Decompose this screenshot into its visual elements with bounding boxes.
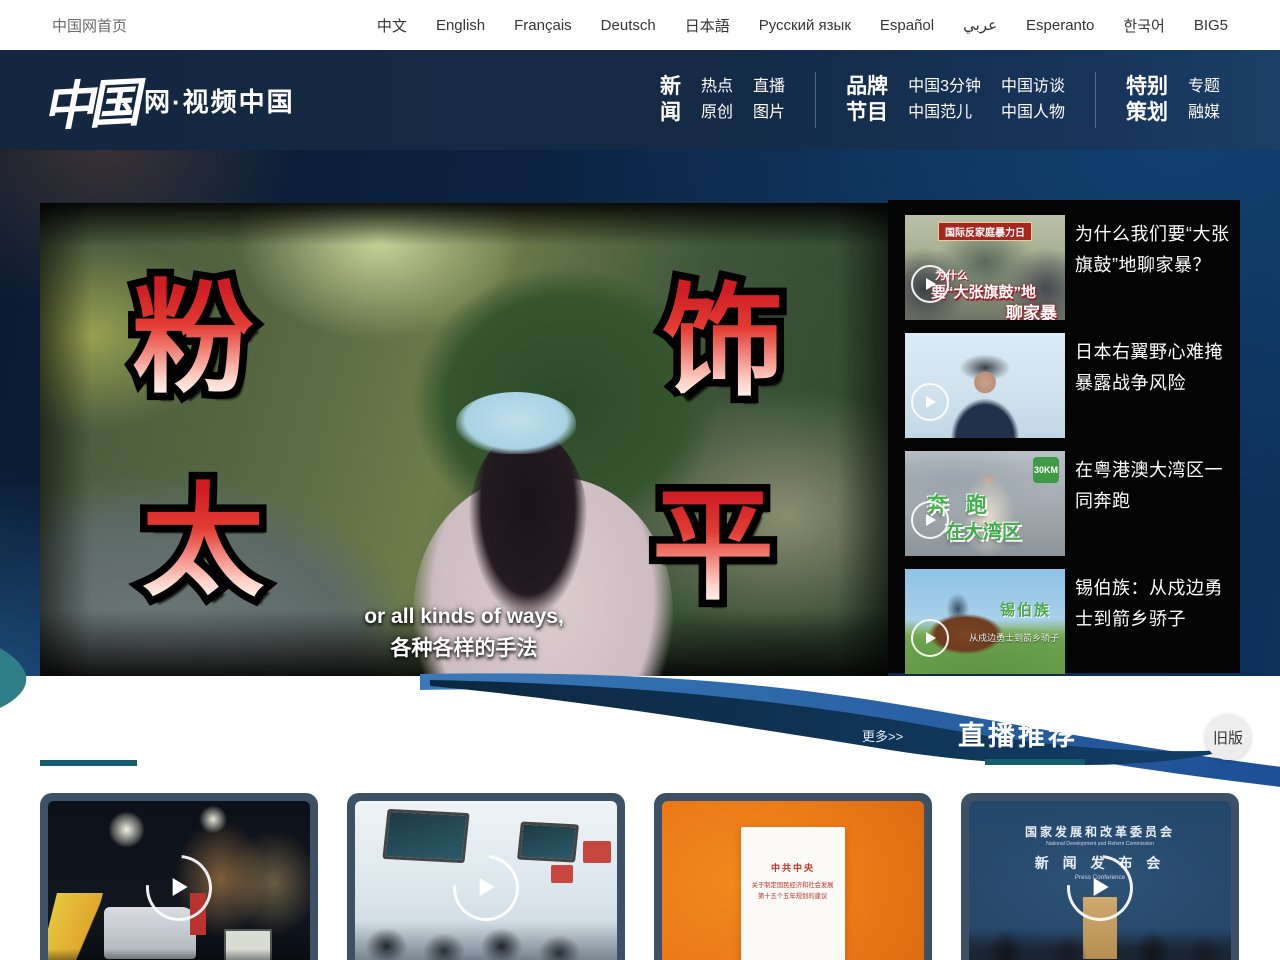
play-icon <box>911 265 949 303</box>
live-cards-row: 中共中央 关于制定国民经济和社会发展 第十五个五年规划的建议 国家发展和改革委员… <box>40 793 1239 960</box>
nav-china-people[interactable]: 中国人物 <box>1001 100 1065 126</box>
rail-thumb-1: 国际反家庭暴力日 为什么 要“大张旗鼓”地 聊家暴 <box>905 215 1065 320</box>
video-rail: 国际反家庭暴力日 为什么 要“大张旗鼓”地 聊家暴 为什么我们要“大张旗鼓”地聊… <box>888 200 1240 673</box>
nav-group-news: 新 闻 热点 原创 直播 图片 <box>660 74 785 126</box>
rail-item-1[interactable]: 国际反家庭暴力日 为什么 要“大张旗鼓”地 聊家暴 为什么我们要“大张旗鼓”地聊… <box>905 215 1240 320</box>
hero-figure-cap <box>456 392 576 454</box>
main-dark-zone: 粉粉 饰饰 太太 平平 or all kinds of ways, 各种各样的手… <box>0 150 1280 676</box>
nav-divider <box>1095 72 1096 128</box>
lang-ar[interactable]: عربي <box>963 16 997 34</box>
page: 中国网首页 中文 English Français Deutsch 日本語 Ру… <box>0 0 1280 960</box>
lang-zh[interactable]: 中文 <box>377 15 407 36</box>
card-thumb-policy-document: 中共中央 关于制定国民经济和社会发展 第十五个五年规划的建议 <box>662 801 924 960</box>
play-icon <box>911 619 949 657</box>
nav-special-planning[interactable]: 特别 策划 <box>1126 74 1168 126</box>
rail-item-2[interactable]: 日本右翼野心难掩 暴露战争风险 <box>905 333 1240 438</box>
language-bar: 中国网首页 中文 English Français Deutsch 日本語 Ру… <box>0 0 1280 50</box>
nav-col-programs-1: 中国3分钟 中国范儿 <box>908 74 981 126</box>
rail-title-2: 日本右翼野心难掩 暴露战争风险 <box>1075 333 1235 438</box>
site-header: 中国 网·视频中国 新 闻 热点 原创 直播 图片 <box>0 50 1280 150</box>
hero-figure-hair <box>468 430 588 620</box>
hero-subtitle: or all kinds of ways, 各种各样的手法 <box>40 601 888 665</box>
site-logo[interactable]: 中国 网·视频中国 <box>42 63 295 138</box>
live-card-2[interactable] <box>347 793 625 960</box>
nav-media[interactable]: 融媒 <box>1188 100 1220 126</box>
nav-topics[interactable]: 专题 <box>1188 74 1220 100</box>
nav-col-programs-2: 中国访谈 中国人物 <box>1001 74 1065 126</box>
logo-text: 网·视频中国 <box>144 82 295 119</box>
rail-title-4: 锡伯族：从戍边勇士到箭乡骄子 <box>1075 569 1235 674</box>
hero-char-tai: 太太 <box>142 481 264 603</box>
screen-shape <box>382 809 469 863</box>
crowd-silhouette <box>48 949 310 960</box>
lang-es[interactable]: Español <box>880 17 934 34</box>
thumb-badge: 30KM <box>1033 457 1059 483</box>
nav-group-programs: 品牌 节目 中国3分钟 中国范儿 中国访谈 中国人物 <box>846 74 1065 126</box>
nav-group-special: 特别 策划 专题 融媒 <box>1126 74 1220 126</box>
live-card-3[interactable]: 中共中央 关于制定国民经济和社会发展 第十五个五年规划的建议 <box>654 793 932 960</box>
play-icon <box>911 383 949 421</box>
nav-hot[interactable]: 热点 <box>701 74 733 100</box>
crowd-silhouette <box>355 921 617 960</box>
live-section-title: 直播推荐 <box>958 714 1078 753</box>
nav-china-fan[interactable]: 中国范儿 <box>908 100 981 126</box>
rail-title-3: 在粤港澳大湾区一同奔跑 <box>1075 451 1235 556</box>
hero-char-shi: 饰饰 <box>662 281 784 403</box>
nav-photo[interactable]: 图片 <box>753 100 785 126</box>
nav-live[interactable]: 直播 <box>753 74 785 100</box>
rail-item-4[interactable]: 锡伯族 从戍边勇士到箭乡骄子 锡伯族：从戍边勇士到箭乡骄子 <box>905 569 1240 674</box>
play-icon <box>911 501 949 539</box>
lang-ja[interactable]: 日本語 <box>685 15 730 36</box>
live-card-4[interactable]: 国家发展和改革委员会 National Development and Refo… <box>961 793 1239 960</box>
lang-big5[interactable]: BIG5 <box>1194 17 1228 34</box>
nav-news[interactable]: 新 闻 <box>660 74 681 126</box>
lang-ko[interactable]: 한국어 <box>1123 15 1164 36</box>
language-links: 中文 English Français Deutsch 日本語 Русский … <box>377 15 1228 36</box>
rail-thumb-2 <box>905 333 1065 438</box>
nav-brand-programs[interactable]: 品牌 节目 <box>846 74 888 126</box>
card-thumb-night-protest <box>48 801 310 960</box>
nav-col-hot-original: 热点 原创 <box>701 74 733 126</box>
lang-eo[interactable]: Esperanto <box>1026 17 1094 34</box>
audience-silhouette <box>969 919 1231 960</box>
nav-divider <box>815 72 816 128</box>
nav-original[interactable]: 原创 <box>701 100 733 126</box>
section-underline-left <box>40 760 137 766</box>
hero-char-fen: 粉粉 <box>132 278 254 400</box>
live-card-1[interactable] <box>40 793 318 960</box>
screen-shape <box>517 821 579 862</box>
hero-subtitle-en: or all kinds of ways, <box>40 601 888 633</box>
hero-subtitle-zh: 各种各样的手法 <box>40 633 888 665</box>
lang-de[interactable]: Deutsch <box>601 17 656 34</box>
logo-calligraphy: 中国 <box>40 60 136 140</box>
rail-title-1: 为什么我们要“大张旗鼓”地聊家暴？ <box>1075 215 1235 320</box>
hero-video[interactable]: 粉粉 饰饰 太太 平平 or all kinds of ways, 各种各样的手… <box>40 203 888 676</box>
card-thumb-press-conference: 国家发展和改革委员会 National Development and Refo… <box>969 801 1231 960</box>
nav-china-talk[interactable]: 中国访谈 <box>1001 74 1065 100</box>
sign-shape <box>551 865 573 883</box>
card-thumb-waiting-hall <box>355 801 617 960</box>
sign-shape <box>583 841 611 863</box>
main-nav: 新 闻 热点 原创 直播 图片 品牌 节目 中国3分钟 <box>660 72 1220 128</box>
nav-china-3min[interactable]: 中国3分钟 <box>908 74 981 100</box>
lang-fr[interactable]: Français <box>514 17 572 34</box>
lang-ru[interactable]: Русский язык <box>759 17 851 34</box>
nav-col-special: 专题 融媒 <box>1188 74 1220 126</box>
rail-thumb-3: 30KM 奔 跑 在大湾区 <box>905 451 1065 556</box>
rail-thumb-4: 锡伯族 从戍边勇士到箭乡骄子 <box>905 569 1065 674</box>
old-version-button[interactable]: 旧版 <box>1205 714 1251 760</box>
more-link[interactable]: 更多>> <box>862 726 903 745</box>
section-underline-right <box>985 759 1085 765</box>
thumb-banner: 国际反家庭暴力日 <box>938 222 1032 241</box>
nav-col-live-photo: 直播 图片 <box>753 74 785 126</box>
lang-en[interactable]: English <box>436 17 485 34</box>
hero-char-ping: 平平 <box>652 485 774 607</box>
home-link[interactable]: 中国网首页 <box>52 15 127 36</box>
document-cover: 中共中央 关于制定国民经济和社会发展 第十五个五年规划的建议 <box>741 827 845 960</box>
rail-item-3[interactable]: 30KM 奔 跑 在大湾区 在粤港澳大湾区一同奔跑 <box>905 451 1240 556</box>
